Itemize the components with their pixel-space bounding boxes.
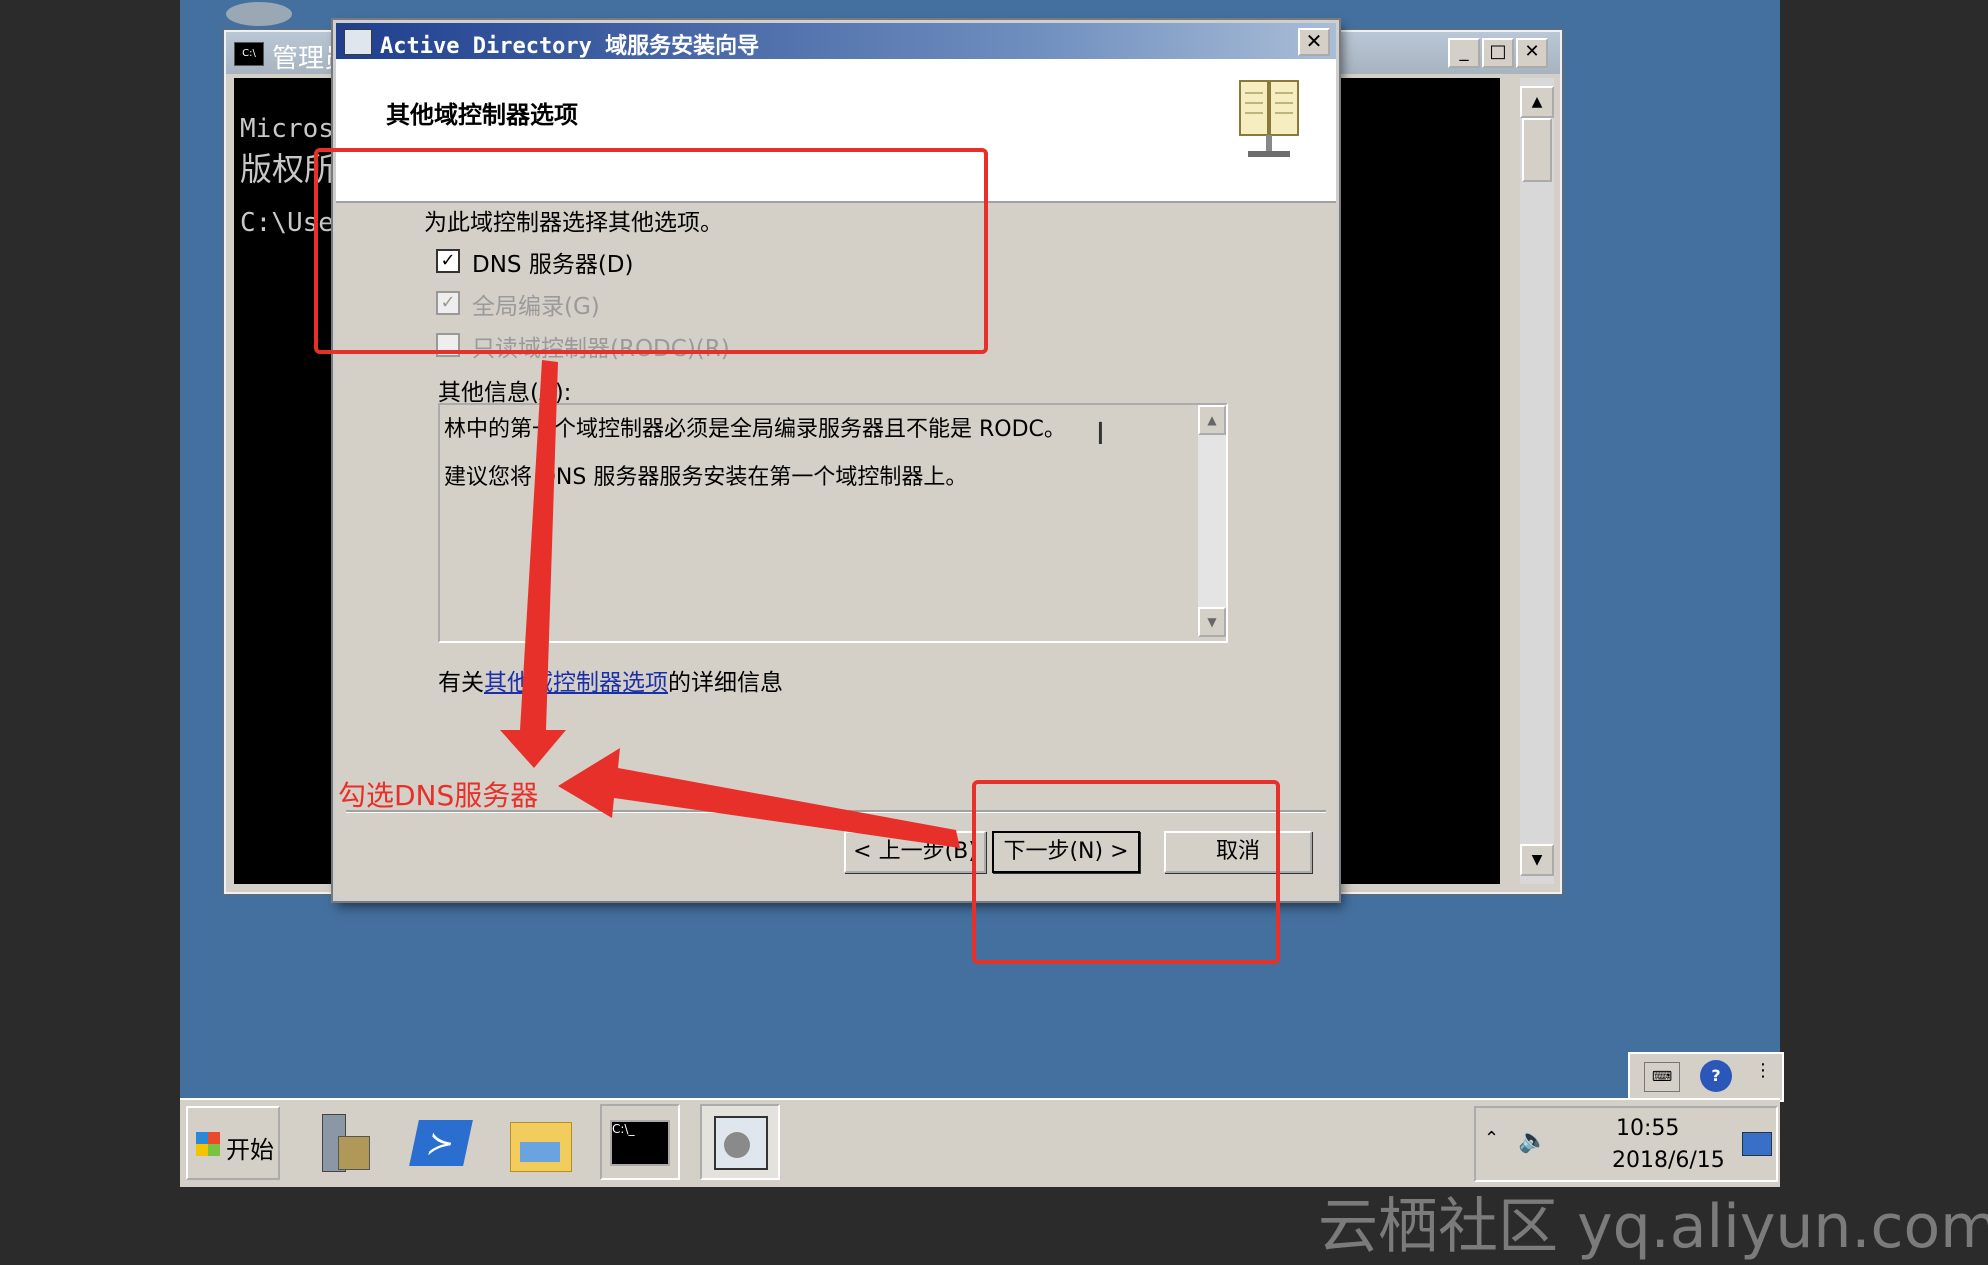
help-link[interactable]: 其他域控制器选项	[484, 670, 668, 696]
ad-wizard-icon[interactable]	[700, 1104, 780, 1180]
clock-date[interactable]: 2018/6/15	[1612, 1148, 1725, 1173]
language-bar[interactable]: ⌨ ? ⋮	[1628, 1052, 1784, 1102]
scroll-down-button[interactable]: ▼	[1520, 844, 1554, 876]
console-line: Micros	[240, 114, 334, 144]
info-scroll-up-button[interactable]: ▲	[1198, 405, 1226, 435]
info-label: 其他信息(A):	[438, 380, 572, 406]
start-label: 开始	[226, 1136, 274, 1164]
show-hidden-icons-icon[interactable]: ⌃	[1484, 1128, 1499, 1149]
speaker-muted-icon[interactable]: 🔈	[1518, 1126, 1548, 1154]
recycle-bin-icon[interactable]	[226, 2, 292, 26]
keyboard-icon[interactable]: ⌨	[1644, 1062, 1680, 1092]
wizard-close-button[interactable]: ✕	[1298, 28, 1330, 56]
scroll-thumb[interactable]	[1522, 118, 1552, 182]
highlight-box-next	[972, 780, 1280, 964]
show-desktop-icon[interactable]	[1742, 1132, 1772, 1156]
help-icon[interactable]: ?	[1700, 1060, 1732, 1092]
clock-time[interactable]: 10:55	[1616, 1116, 1679, 1141]
help-text: 有关其他域控制器选项的详细信息	[438, 663, 783, 697]
start-button[interactable]: 开始	[186, 1106, 280, 1180]
info-line: 林中的第一个域控制器必须是全局编录服务器且不能是 RODC。	[444, 417, 1066, 442]
help-suffix: 的详细信息	[668, 670, 783, 696]
scroll-up-button[interactable]: ▲	[1520, 86, 1554, 118]
wizard-title: Active Directory 域服务安装向导	[380, 34, 760, 59]
wizard-titlebar[interactable]: Active Directory 域服务安装向导 ✕	[336, 23, 1336, 59]
taskbar: 开始 ≻ C:\_ ⌃ 🔈 10:55 2018/6/15	[180, 1098, 1780, 1187]
book-icon	[1239, 80, 1299, 157]
console-icon: C:\	[234, 42, 264, 66]
watermark: 云栖社区 yq.aliyun.com	[1318, 1192, 1988, 1262]
console-scrollbar[interactable]: ▲ ▼	[1520, 78, 1554, 884]
server-manager-icon[interactable]	[304, 1106, 380, 1178]
minimize-button[interactable]: _	[1448, 38, 1480, 68]
text-cursor-icon: I	[1096, 417, 1105, 452]
info-line: 建议您将 DNS 服务器服务安装在第一个域控制器上。	[444, 465, 968, 490]
additional-info-textbox[interactable]: 林中的第一个域控制器必须是全局编录服务器且不能是 RODC。 建议您将 DNS …	[438, 403, 1228, 643]
cmd-icon[interactable]: C:\_	[600, 1104, 680, 1180]
system-tray: ⌃ 🔈 10:55 2018/6/15	[1474, 1106, 1778, 1182]
annotation-text: 勾选DNS服务器	[338, 779, 539, 812]
powershell-icon[interactable]: ≻	[404, 1106, 480, 1178]
highlight-box-options	[314, 148, 988, 354]
info-scrollbar[interactable]: ▲ ▼	[1198, 405, 1226, 637]
back-button[interactable]: < 上一步(B)	[844, 831, 986, 873]
ad-wizard-icon	[344, 29, 372, 55]
windows-logo-icon	[196, 1132, 220, 1156]
console-close-button[interactable]: ✕	[1516, 38, 1548, 68]
page-title: 其他域控制器选项	[386, 101, 578, 129]
maximize-button[interactable]: □	[1482, 38, 1514, 68]
options-icon[interactable]: ⋮	[1754, 1060, 1772, 1081]
info-scroll-down-button[interactable]: ▼	[1198, 607, 1226, 637]
help-prefix: 有关	[438, 670, 484, 696]
explorer-icon[interactable]	[502, 1106, 578, 1178]
screen: { "console": { "title": "管理员", "icon": "…	[0, 0, 1988, 1262]
